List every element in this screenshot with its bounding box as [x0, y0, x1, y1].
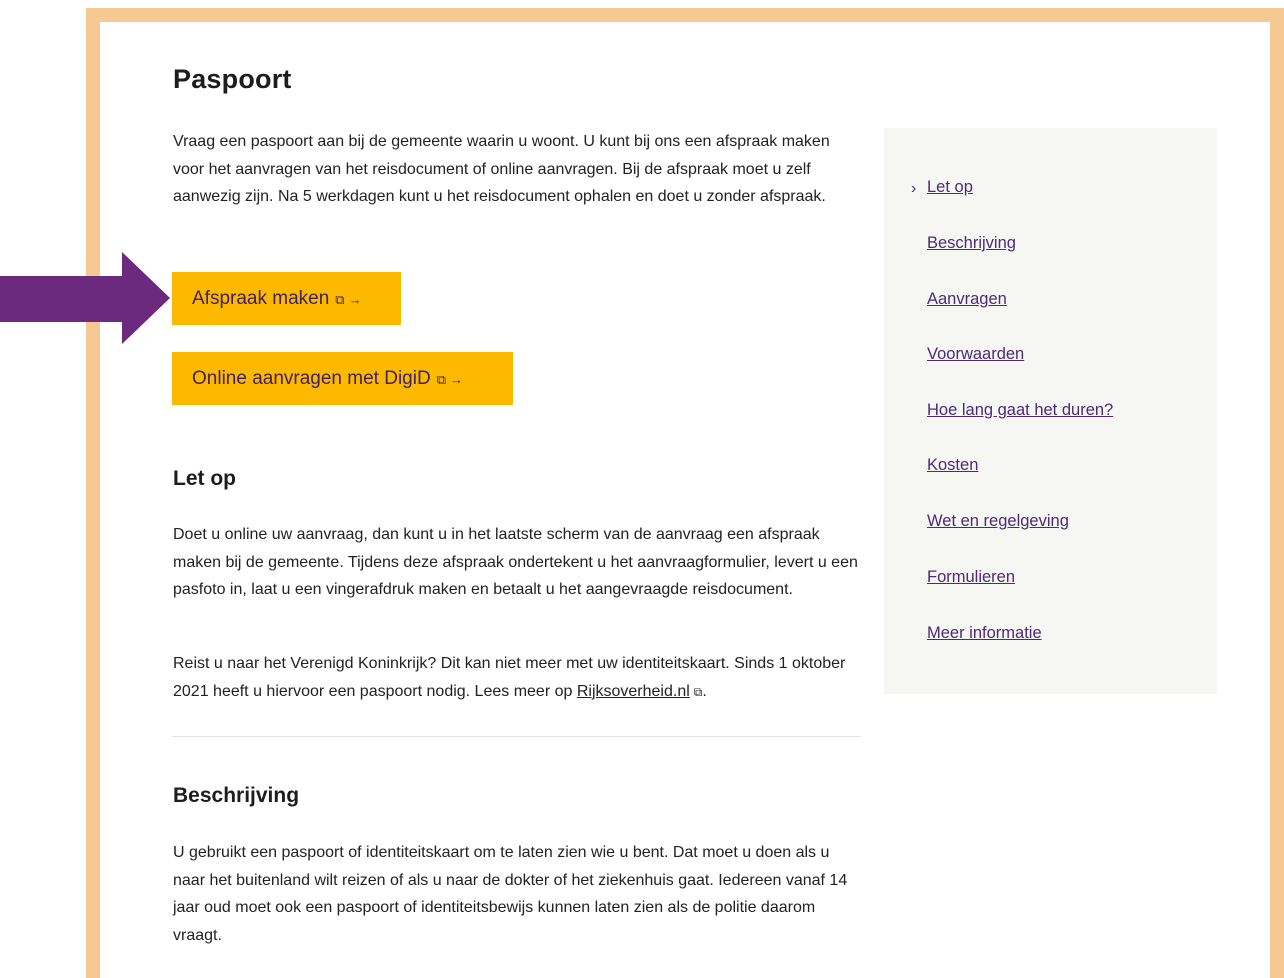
toc-item-kosten[interactable]: Kosten [927, 456, 978, 475]
beschrijving-paragraph: U gebruikt een paspoort of identiteitska… [173, 844, 848, 944]
appointment-button-label: Afspraak maken [192, 288, 330, 309]
letop-paragraph-2: Reist u naar het Verenigd Koninkrijk? Di… [173, 650, 863, 706]
section-heading-beschrijving: Beschrijving [173, 784, 300, 807]
page-title: Paspoort [173, 64, 292, 94]
external-link-icon: ⧉ [436, 372, 446, 387]
rijksoverheid-link[interactable]: Rijksoverheid.nl [577, 683, 690, 700]
external-link-icon: ⧉ [335, 292, 345, 307]
section-divider [172, 736, 861, 737]
table-of-contents: › Let op Beschrijving Aanvragen Voorwaar… [884, 128, 1217, 694]
section-heading-letop: Let op [173, 467, 236, 490]
online-request-button-label: Online aanvragen met DigiD [192, 368, 431, 389]
appointment-button[interactable]: Afspraak maken ⧉ → [172, 272, 401, 325]
intro-text: Vraag een paspoort aan bij de gemeente w… [173, 133, 830, 205]
toc-item-formulieren[interactable]: Formulieren [927, 568, 1015, 587]
arrow-right-icon: → [348, 292, 362, 307]
letop-paragraph-2-end: . [702, 682, 707, 700]
toc-item-voorwaarden[interactable]: Voorwaarden [927, 345, 1024, 364]
toc-item-meer-informatie[interactable]: Meer informatie [927, 624, 1042, 643]
toc-item-hoe-lang[interactable]: Hoe lang gaat het duren? [927, 401, 1113, 420]
toc-item-beschrijving[interactable]: Beschrijving [927, 234, 1016, 253]
chevron-right-icon: › [911, 180, 917, 197]
online-request-button[interactable]: Online aanvragen met DigiD ⧉ → [172, 352, 513, 405]
annotation-arrow-icon [0, 252, 170, 344]
letop-paragraph-2-text: Reist u naar het Verenigd Koninkrijk? Di… [173, 655, 846, 700]
arrow-right-icon: → [449, 372, 463, 387]
letop-paragraph-1: Doet u online uw aanvraag, dan kunt u in… [173, 526, 858, 598]
toc-item-wet-en-regelgeving[interactable]: Wet en regelgeving [927, 512, 1069, 531]
toc-item-let-op[interactable]: Let op [927, 178, 973, 197]
toc-item-aanvragen[interactable]: Aanvragen [927, 290, 1007, 309]
